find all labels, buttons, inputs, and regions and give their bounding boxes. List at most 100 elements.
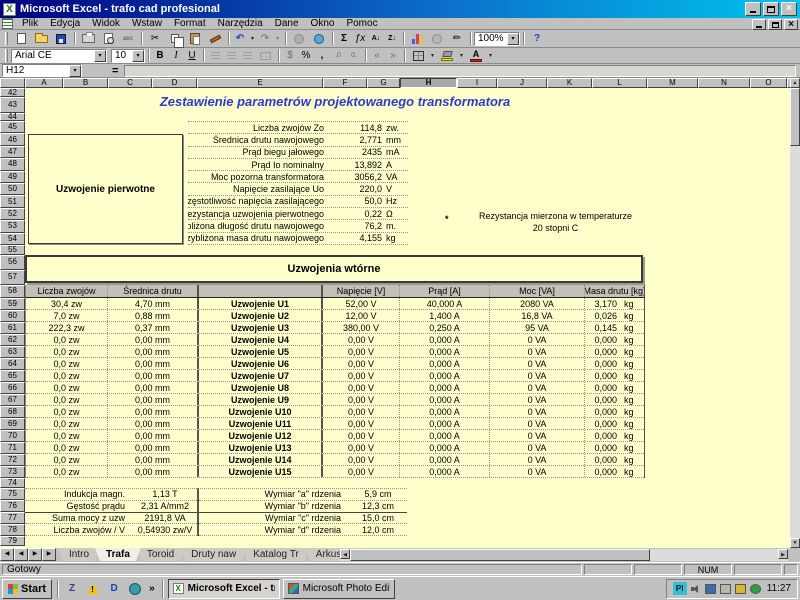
restore-icon[interactable] — [763, 2, 779, 16]
row-header[interactable]: 79 — [0, 536, 25, 546]
param-unit[interactable]: kg — [382, 233, 408, 243]
cell-current[interactable]: 0,000 A — [400, 334, 490, 345]
cell-winding-name[interactable]: Uzwojenie U15 — [197, 466, 323, 477]
row-header[interactable]: 71 — [0, 442, 25, 454]
format-painter-icon[interactable] — [205, 31, 225, 47]
cell-diameter[interactable]: 0,00 mm — [108, 334, 197, 345]
column-header[interactable]: A — [25, 78, 63, 88]
param-value[interactable]: 220,0 — [328, 184, 382, 194]
font-color-icon[interactable]: A — [466, 48, 486, 64]
cell-mass[interactable]: 0,000 kg — [585, 358, 644, 369]
param-label[interactable]: Suma mocy z uzw — [25, 513, 133, 523]
vertical-scroll-thumb[interactable] — [790, 88, 800, 146]
quicklaunch-d-app-icon[interactable]: D — [105, 580, 123, 598]
cell-voltage[interactable]: 0,00 V — [323, 418, 400, 429]
sort-descending-icon[interactable]: Z↓ — [384, 31, 400, 47]
quicklaunch-overflow-icon[interactable]: » — [147, 583, 157, 594]
menu-item[interactable]: Pomoc — [340, 18, 383, 30]
cell-voltage[interactable]: 0,00 V — [323, 430, 400, 441]
param-value[interactable]: 0,22 — [328, 209, 382, 219]
column-header[interactable]: D — [152, 78, 197, 88]
row-header[interactable]: 48 — [0, 158, 25, 170]
italic-icon[interactable]: I — [168, 48, 184, 64]
print-preview-icon[interactable] — [98, 31, 118, 47]
cell-diameter[interactable]: 4,70 mm — [108, 298, 197, 309]
cell-voltage[interactable]: 0,00 V — [323, 406, 400, 417]
cell-voltage[interactable]: 0,00 V — [323, 454, 400, 465]
font-color-dropdown-icon[interactable]: ▾ — [486, 48, 495, 64]
sheet-tab[interactable]: Toroid — [136, 548, 185, 561]
row-header[interactable]: 50 — [0, 183, 25, 195]
cell-mass[interactable]: 0,000 kg — [585, 442, 644, 453]
align-center-icon[interactable] — [223, 48, 239, 64]
cell-voltage[interactable]: 0,00 V — [323, 394, 400, 405]
start-button[interactable]: Start — [2, 579, 52, 599]
header-name[interactable] — [197, 285, 323, 297]
cell-diameter[interactable]: 0,00 mm — [108, 382, 197, 393]
doc-close-icon[interactable]: × — [784, 19, 798, 30]
cell-current[interactable]: 0,000 A — [400, 382, 490, 393]
cell-mass[interactable]: 0,026 kg — [585, 310, 644, 321]
column-header[interactable]: F — [323, 78, 367, 88]
header-turns[interactable]: Liczba zwojów — [26, 285, 108, 297]
column-header[interactable]: I — [457, 78, 497, 88]
currency-style-icon[interactable]: $ — [282, 48, 298, 64]
cell-power[interactable]: 0 VA — [490, 334, 585, 345]
param-unit[interactable]: m. — [382, 221, 408, 231]
cell-current[interactable]: 0,000 A — [400, 358, 490, 369]
cell-power[interactable]: 0 VA — [490, 430, 585, 441]
comma-style-icon[interactable]: , — [314, 48, 330, 64]
cell-turns[interactable]: 30,4 zw — [26, 298, 108, 309]
row-header[interactable]: 45 — [0, 121, 25, 133]
header-diameter[interactable]: Średnica drutu — [108, 285, 197, 297]
param-value[interactable]: 2,771 — [328, 135, 382, 145]
cell-diameter[interactable]: 0,00 mm — [108, 358, 197, 369]
insert-hyperlink-icon[interactable] — [289, 31, 309, 47]
cell-turns[interactable]: 222,3 zw — [26, 322, 108, 333]
chart-wizard-icon[interactable] — [407, 31, 427, 47]
cell-mass[interactable]: 0,000 kg — [585, 466, 644, 477]
vertical-scrollbar[interactable]: ▲ ▼ — [790, 78, 800, 548]
dimension-label[interactable]: Wymiar "a" rdzenia — [199, 489, 349, 499]
row-header[interactable]: 67 — [0, 394, 25, 406]
cell-mass[interactable]: 0,000 kg — [585, 406, 644, 417]
param-value[interactable]: 2,31 A/mm2 — [133, 501, 197, 511]
align-left-icon[interactable] — [207, 48, 223, 64]
scroll-down-icon[interactable]: ▼ — [790, 538, 800, 548]
zoom-combobox[interactable]: 100% ▾ — [474, 32, 520, 46]
office-assistant-icon[interactable]: ? — [527, 31, 547, 47]
doc-restore-icon[interactable] — [768, 19, 782, 30]
toolbar-grip[interactable] — [5, 32, 8, 45]
name-box[interactable]: H12 ▾ — [2, 64, 82, 77]
row-header[interactable]: 77 — [0, 512, 25, 524]
column-header[interactable]: G — [367, 78, 400, 88]
cell-diameter[interactable]: 0,00 mm — [108, 430, 197, 441]
paste-icon[interactable] — [185, 31, 205, 47]
cell-diameter[interactable]: 0,37 mm — [108, 322, 197, 333]
param-value[interactable]: 4,155 — [328, 233, 382, 243]
menu-item[interactable]: Format — [168, 18, 212, 30]
row-header[interactable]: 76 — [0, 500, 25, 512]
horizontal-scroll-thumb[interactable] — [350, 549, 650, 561]
param-unit[interactable]: A — [382, 160, 408, 170]
cell-voltage[interactable]: 0,00 V — [323, 358, 400, 369]
font-name-combobox[interactable]: Arial CE ▾ — [11, 49, 107, 63]
cell-voltage[interactable]: 52,00 V — [323, 298, 400, 309]
cell-current[interactable]: 0,000 A — [400, 346, 490, 357]
column-header[interactable]: J — [497, 78, 547, 88]
row-header[interactable]: 78 — [0, 524, 25, 536]
cell-power[interactable]: 95 VA — [490, 322, 585, 333]
cell-current[interactable]: 0,000 A — [400, 406, 490, 417]
cell-turns[interactable]: 0,0 zw — [26, 394, 108, 405]
param-value[interactable]: 13,892 — [328, 160, 382, 170]
cell-diameter[interactable]: 0,00 mm — [108, 346, 197, 357]
last-sheet-icon[interactable]: ▶ — [42, 548, 56, 561]
first-sheet-icon[interactable]: ◀ — [0, 548, 14, 561]
language-indicator[interactable]: Pl — [673, 582, 687, 595]
menu-item[interactable]: Plik — [16, 18, 44, 30]
row-header[interactable]: 63 — [0, 346, 25, 358]
row-header[interactable]: 57 — [0, 270, 25, 285]
row-header[interactable]: 56 — [0, 255, 25, 270]
cell-current[interactable]: 0,000 A — [400, 430, 490, 441]
row-header[interactable]: 72 — [0, 454, 25, 466]
